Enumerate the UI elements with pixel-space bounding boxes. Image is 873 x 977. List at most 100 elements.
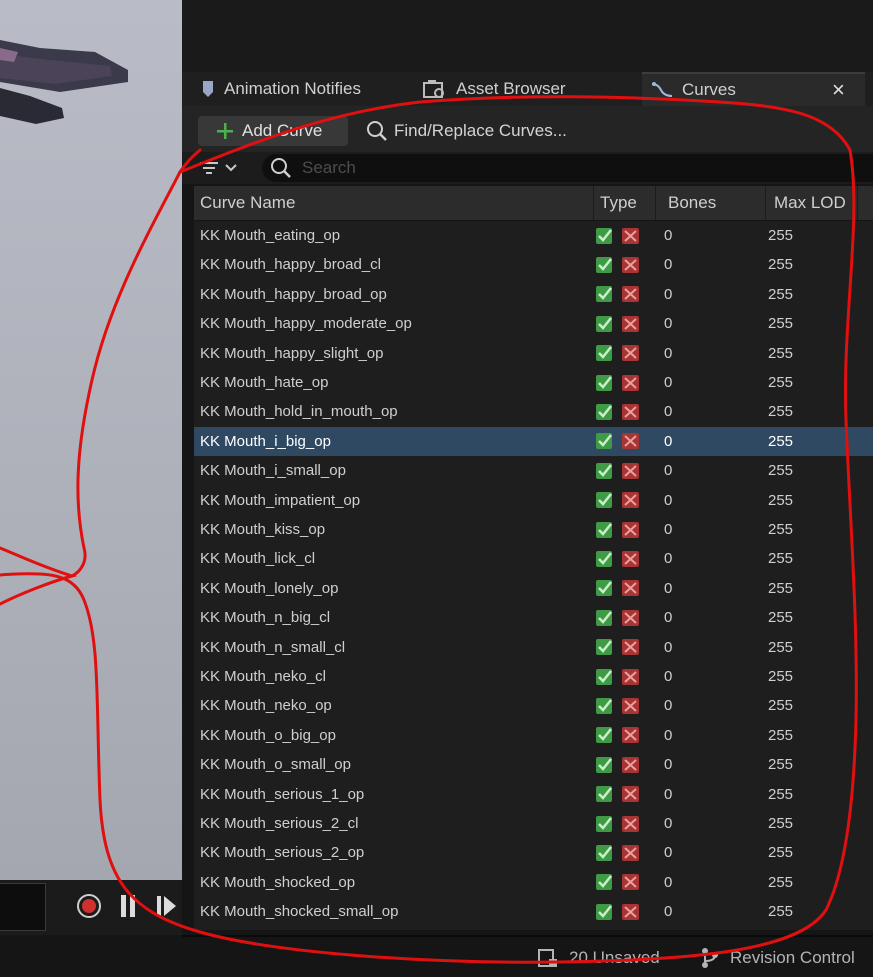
material-curve-icon[interactable] bbox=[620, 813, 642, 835]
step-forward-button[interactable] bbox=[154, 893, 180, 919]
material-curve-icon[interactable] bbox=[620, 754, 642, 776]
morph-target-icon[interactable] bbox=[594, 430, 616, 452]
morph-target-icon[interactable] bbox=[594, 283, 616, 305]
curve-list[interactable]: KK Mouth_eating_op 0 255 KK Mouth_happy_bro… bbox=[194, 221, 873, 930]
material-curve-icon[interactable] bbox=[620, 519, 642, 541]
material-curve-icon[interactable] bbox=[620, 460, 642, 482]
morph-target-icon[interactable] bbox=[594, 401, 616, 423]
morph-target-icon[interactable] bbox=[594, 636, 616, 658]
material-curve-icon[interactable] bbox=[620, 901, 642, 923]
morph-target-icon[interactable] bbox=[594, 842, 616, 864]
morph-target-icon[interactable] bbox=[594, 225, 616, 247]
table-row[interactable]: KK Mouth_hate_op 0 255 bbox=[194, 368, 873, 397]
search-input[interactable] bbox=[300, 157, 804, 179]
table-row[interactable]: KK Mouth_serious_2_op 0 255 bbox=[194, 838, 873, 867]
table-row[interactable]: KK Mouth_n_small_cl 0 255 bbox=[194, 633, 873, 662]
morph-target-icon[interactable] bbox=[594, 548, 616, 570]
material-curve-icon[interactable] bbox=[620, 871, 642, 893]
table-row[interactable]: KK Mouth_happy_broad_cl 0 255 bbox=[194, 250, 873, 279]
filter-dropdown-button[interactable] bbox=[198, 156, 253, 180]
find-replace-curves-button[interactable]: Find/Replace Curves... bbox=[366, 116, 567, 146]
morph-target-icon[interactable] bbox=[594, 607, 616, 629]
morph-target-icon[interactable] bbox=[594, 813, 616, 835]
column-curve-name[interactable]: Curve Name bbox=[194, 186, 594, 220]
morph-target-icon[interactable] bbox=[594, 489, 616, 511]
material-curve-icon[interactable] bbox=[620, 607, 642, 629]
table-row[interactable]: KK Mouth_i_big_op 0 255 bbox=[194, 426, 873, 456]
material-curve-icon[interactable] bbox=[620, 254, 642, 276]
table-row[interactable]: KK Mouth_happy_broad_op 0 255 bbox=[194, 280, 873, 309]
material-curve-icon[interactable] bbox=[620, 342, 642, 364]
table-row[interactable]: KK Mouth_neko_cl 0 255 bbox=[194, 662, 873, 691]
material-curve-icon[interactable] bbox=[620, 695, 642, 717]
material-curve-icon[interactable] bbox=[620, 401, 642, 423]
morph-target-icon[interactable] bbox=[594, 695, 616, 717]
morph-target-icon[interactable] bbox=[594, 724, 616, 746]
table-row[interactable]: KK Mouth_o_small_op 0 255 bbox=[194, 750, 873, 779]
pause-button[interactable] bbox=[116, 893, 142, 919]
material-curve-icon[interactable] bbox=[620, 548, 642, 570]
table-row[interactable]: KK Mouth_neko_op 0 255 bbox=[194, 691, 873, 720]
morph-target-icon[interactable] bbox=[594, 783, 616, 805]
table-row[interactable]: KK Mouth_hold_in_mouth_op 0 255 bbox=[194, 397, 873, 426]
curve-type-cell bbox=[594, 397, 642, 426]
table-row[interactable]: KK Mouth_happy_slight_op 0 255 bbox=[194, 339, 873, 368]
revision-control-button[interactable]: Revision Control bbox=[700, 947, 855, 969]
curve-type-cell bbox=[594, 221, 642, 250]
table-row[interactable]: KK Mouth_shocked_op 0 255 bbox=[194, 868, 873, 897]
table-row[interactable]: KK Mouth_n_big_cl 0 255 bbox=[194, 603, 873, 632]
curve-type-cell bbox=[594, 603, 642, 632]
material-curve-icon[interactable] bbox=[620, 636, 642, 658]
curve-type-cell bbox=[594, 838, 642, 867]
material-curve-icon[interactable] bbox=[620, 372, 642, 394]
morph-target-icon[interactable] bbox=[594, 666, 616, 688]
morph-target-icon[interactable] bbox=[594, 313, 616, 335]
table-row[interactable]: KK Mouth_happy_moderate_op 0 255 bbox=[194, 309, 873, 338]
morph-target-icon[interactable] bbox=[594, 372, 616, 394]
material-curve-icon[interactable] bbox=[620, 666, 642, 688]
material-curve-icon[interactable] bbox=[620, 313, 642, 335]
unsaved-button[interactable]: 20 Unsaved bbox=[537, 947, 660, 969]
morph-target-icon[interactable] bbox=[594, 342, 616, 364]
morph-target-icon[interactable] bbox=[594, 254, 616, 276]
add-curve-button[interactable]: Add Curve bbox=[198, 116, 348, 146]
morph-target-icon[interactable] bbox=[594, 577, 616, 599]
table-row[interactable]: KK Mouth_serious_1_op 0 255 bbox=[194, 780, 873, 809]
table-row[interactable]: KK Mouth_kiss_op 0 255 bbox=[194, 515, 873, 544]
record-button[interactable] bbox=[76, 893, 102, 919]
table-row[interactable]: KK Mouth_serious_2_cl 0 255 bbox=[194, 809, 873, 838]
column-type[interactable]: Type bbox=[594, 186, 656, 220]
tab-asset-browser[interactable]: Asset Browser bbox=[418, 72, 632, 106]
morph-target-icon[interactable] bbox=[594, 519, 616, 541]
material-curve-icon[interactable] bbox=[620, 783, 642, 805]
morph-target-icon[interactable] bbox=[594, 901, 616, 923]
column-max-lod[interactable]: Max LOD bbox=[768, 186, 858, 220]
table-row[interactable]: KK Mouth_o_big_op 0 255 bbox=[194, 721, 873, 750]
table-row[interactable]: KK Mouth_shocked_small_op 0 255 bbox=[194, 897, 873, 926]
material-curve-icon[interactable] bbox=[620, 489, 642, 511]
tab-curves[interactable]: Curves × bbox=[642, 72, 865, 106]
curve-type-cell bbox=[594, 339, 642, 368]
viewport[interactable] bbox=[0, 0, 182, 880]
material-curve-icon[interactable] bbox=[620, 724, 642, 746]
bones-cell: 0 bbox=[664, 315, 673, 333]
search-box[interactable] bbox=[262, 154, 873, 182]
material-curve-icon[interactable] bbox=[620, 577, 642, 599]
column-bones[interactable]: Bones bbox=[662, 186, 766, 220]
material-curve-icon[interactable] bbox=[620, 283, 642, 305]
morph-target-icon[interactable] bbox=[594, 460, 616, 482]
table-row[interactable]: KK Mouth_lick_cl 0 255 bbox=[194, 544, 873, 573]
tab-animation-notifies[interactable]: Animation Notifies bbox=[198, 72, 400, 106]
material-curve-icon[interactable] bbox=[620, 430, 642, 452]
frame-field[interactable] bbox=[0, 883, 46, 931]
material-curve-icon[interactable] bbox=[620, 225, 642, 247]
table-row[interactable]: KK Mouth_eating_op 0 255 bbox=[194, 221, 873, 250]
table-row[interactable]: KK Mouth_lonely_op 0 255 bbox=[194, 574, 873, 603]
table-row[interactable]: KK Mouth_impatient_op 0 255 bbox=[194, 486, 873, 515]
morph-target-icon[interactable] bbox=[594, 754, 616, 776]
material-curve-icon[interactable] bbox=[620, 842, 642, 864]
tab-close-button[interactable]: × bbox=[832, 77, 845, 103]
curve-type-cell bbox=[594, 427, 642, 456]
morph-target-icon[interactable] bbox=[594, 871, 616, 893]
table-row[interactable]: KK Mouth_i_small_op 0 255 bbox=[194, 456, 873, 485]
